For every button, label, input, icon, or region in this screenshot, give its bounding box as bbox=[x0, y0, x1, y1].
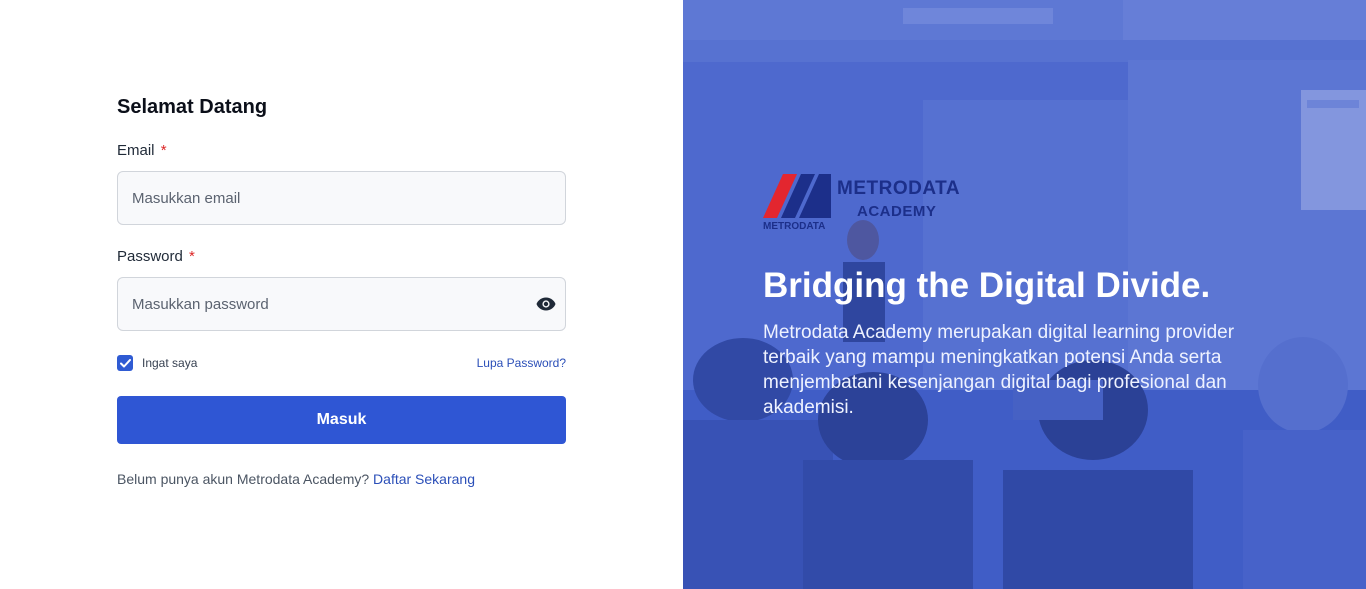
hero-headline: Bridging the Digital Divide. bbox=[763, 266, 1211, 305]
login-form: Selamat Datang Email * Password * bbox=[117, 94, 566, 487]
email-label-text: Email bbox=[117, 142, 155, 159]
forgot-password-link[interactable]: Lupa Password? bbox=[477, 356, 566, 370]
register-prompt-text: Belum punya akun Metrodata Academy? bbox=[117, 471, 370, 487]
brand-sub: ACADEMY bbox=[857, 203, 937, 220]
password-field[interactable] bbox=[117, 277, 566, 331]
password-label-text: Password bbox=[117, 248, 183, 265]
brand-small: METRODATA bbox=[763, 221, 826, 232]
check-icon bbox=[119, 358, 131, 367]
brand-logo: METRODATA ACADEMY METRODATA bbox=[763, 172, 973, 234]
hero-description: Metrodata Academy merupakan digital lear… bbox=[763, 322, 1235, 418]
brand-name: METRODATA bbox=[837, 178, 961, 199]
hero-panel: METRODATA ACADEMY METRODATA Bridging the… bbox=[683, 0, 1366, 589]
email-input[interactable] bbox=[118, 172, 565, 224]
metrodata-logo-icon bbox=[763, 174, 831, 218]
email-label: Email * bbox=[117, 141, 566, 161]
password-input[interactable] bbox=[118, 278, 565, 330]
login-button[interactable]: Masuk bbox=[117, 396, 566, 444]
options-row: Ingat saya Lupa Password? bbox=[117, 353, 566, 373]
register-prompt: Belum punya akun Metrodata Academy? Daft… bbox=[117, 471, 566, 487]
remember-label: Ingat saya bbox=[142, 356, 198, 370]
register-link[interactable]: Daftar Sekarang bbox=[373, 471, 475, 487]
eye-icon[interactable] bbox=[535, 293, 557, 315]
password-label: Password * bbox=[117, 247, 566, 267]
remember-checkbox[interactable] bbox=[117, 355, 133, 371]
page-title: Selamat Datang bbox=[117, 96, 268, 118]
email-field[interactable] bbox=[117, 171, 566, 225]
login-panel: Selamat Datang Email * Password * bbox=[0, 0, 683, 589]
email-required-mark: * bbox=[160, 142, 167, 159]
password-required-mark: * bbox=[189, 248, 195, 265]
remember-me[interactable]: Ingat saya bbox=[117, 355, 197, 371]
